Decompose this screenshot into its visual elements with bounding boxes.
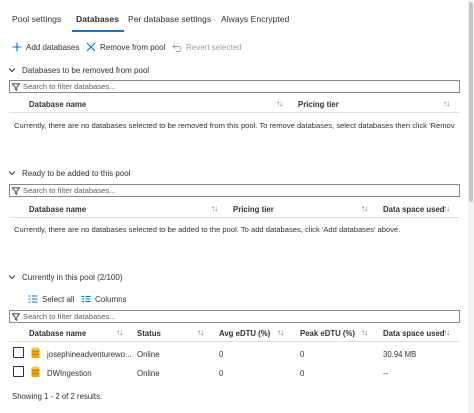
select-all-label: Select all [42, 294, 75, 304]
filter-icon [12, 312, 20, 321]
undo-icon [172, 42, 182, 52]
tab-per-database-settings[interactable]: Per database settings [128, 14, 211, 24]
column-header-data-space-used[interactable]: Data space used [383, 329, 445, 338]
add-search-filter[interactable] [9, 184, 460, 197]
columns-label: Columns [95, 294, 127, 304]
revert-selected-label: Revert selected [186, 42, 242, 52]
column-header-status[interactable]: Status [137, 329, 161, 338]
results-count: Showing 1 - 2 of 2 results. [12, 392, 103, 401]
database-status: Online [137, 369, 160, 378]
column-header-avg-edtu[interactable]: Avg eDTU (%) [219, 329, 270, 338]
select-all-button[interactable]: Select all [28, 292, 74, 306]
remove-search-filter[interactable] [9, 80, 460, 93]
divider [9, 217, 460, 218]
tab-databases[interactable]: Databases [76, 14, 119, 24]
columns-button[interactable]: Columns [81, 292, 127, 306]
tab-always-encrypted[interactable]: Always Encrypted [221, 14, 289, 24]
database-name-link[interactable]: josephineadventurewo... [47, 350, 132, 359]
filter-icon [12, 186, 20, 195]
chevron-down-icon [8, 170, 16, 176]
sort-icon[interactable]: ↑↓ [211, 204, 218, 213]
column-header-database-name[interactable]: Database name [29, 329, 86, 338]
chevron-down-icon [8, 274, 16, 280]
column-header-pricing-tier[interactable]: Pricing tier [233, 205, 274, 214]
sort-icon[interactable]: ↑↓ [116, 328, 123, 337]
database-icon [31, 366, 40, 378]
sort-icon[interactable]: ↑↓ [197, 328, 204, 337]
database-status: Online [137, 350, 160, 359]
peak-edtu-value: 0 [300, 369, 305, 378]
columns-icon [81, 294, 91, 304]
divider [9, 112, 460, 113]
remove-search-input[interactable] [23, 82, 453, 91]
command-bar: Add databases Remove from pool Revert se… [10, 40, 470, 54]
select-all-icon [28, 294, 38, 304]
remove-from-pool-button[interactable]: Remove from pool [86, 40, 165, 54]
sort-icon[interactable]: ↑↓ [361, 204, 368, 213]
add-search-input[interactable] [23, 186, 453, 195]
active-tab-indicator [72, 30, 124, 32]
add-databases-button[interactable]: Add databases [12, 40, 79, 54]
current-search-filter[interactable] [9, 310, 460, 323]
tab-bar: Pool settings Databases Per database set… [10, 0, 470, 38]
chevron-down-icon [8, 67, 16, 73]
avg-edtu-value: 0 [219, 350, 224, 359]
divider [9, 341, 460, 342]
section-to-remove-title: Databases to be removed from pool [22, 65, 150, 75]
database-icon [31, 347, 40, 359]
sort-icon[interactable]: ↑↓ [277, 328, 284, 337]
column-header-pricing-tier[interactable]: Pricing tier [298, 100, 339, 109]
sort-icon[interactable]: ↑↓ [443, 99, 450, 108]
data-space-value: 30.94 MB [383, 350, 417, 359]
add-empty-message: Currently, there are no databases select… [14, 225, 401, 234]
sort-icon[interactable]: ↑↓ [443, 328, 450, 337]
sort-icon[interactable]: ↑↓ [276, 99, 283, 108]
sort-icon[interactable]: ↑↓ [361, 328, 368, 337]
vertical-scrollbar[interactable] [468, 0, 474, 413]
close-icon [86, 42, 96, 52]
data-space-value: -- [383, 369, 389, 378]
tab-pool-settings[interactable]: Pool settings [12, 14, 61, 24]
remove-empty-message: Currently, there are no databases select… [14, 121, 455, 130]
add-databases-label: Add databases [26, 42, 80, 52]
database-name-link[interactable]: DWIngestion [47, 369, 92, 378]
peak-edtu-value: 0 [300, 350, 305, 359]
current-search-input[interactable] [23, 312, 453, 321]
section-to-add-toggle[interactable]: Ready to be added to this pool [8, 167, 131, 179]
filter-icon [12, 82, 20, 91]
scrollbar-thumb[interactable] [469, 2, 473, 202]
section-to-remove-toggle[interactable]: Databases to be removed from pool [8, 64, 149, 76]
row-checkbox[interactable] [13, 347, 24, 358]
avg-edtu-value: 0 [219, 369, 224, 378]
column-header-peak-edtu[interactable]: Peak eDTU (%) [300, 329, 355, 338]
section-to-add-title: Ready to be added to this pool [22, 168, 131, 178]
plus-icon [12, 42, 22, 52]
section-current-title: Currently in this pool (2/100) [22, 272, 123, 282]
section-current-toggle[interactable]: Currently in this pool (2/100) [8, 271, 123, 283]
row-checkbox[interactable] [13, 366, 24, 377]
remove-from-pool-label: Remove from pool [100, 42, 166, 52]
column-header-data-space-used[interactable]: Data space used [383, 205, 445, 214]
column-header-database-name[interactable]: Database name [29, 205, 86, 214]
revert-selected-button[interactable]: Revert selected [172, 40, 242, 54]
sort-icon[interactable]: ↑↓ [443, 204, 450, 213]
column-header-database-name[interactable]: Database name [29, 100, 86, 109]
